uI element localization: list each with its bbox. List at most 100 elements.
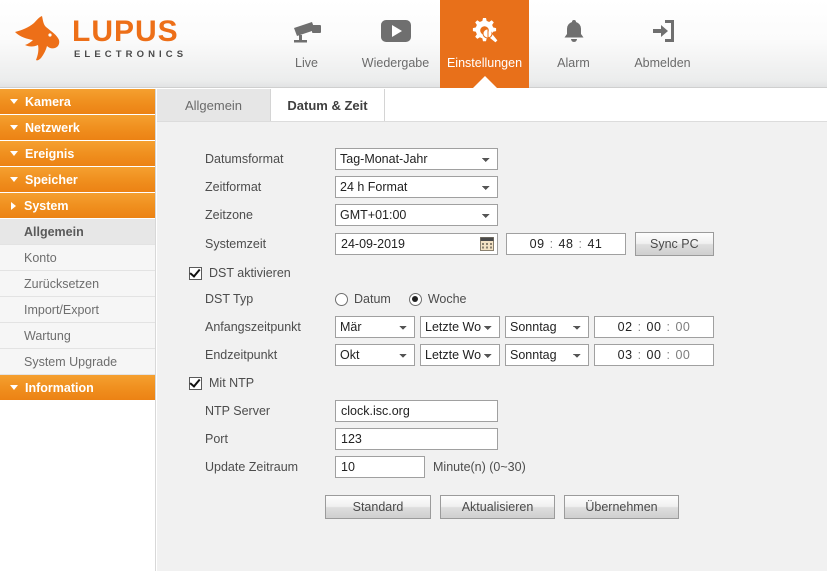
- dst-start-day-select[interactable]: Sonntag: [505, 316, 589, 338]
- sidebar-item-allgemein[interactable]: Allgemein: [0, 219, 155, 245]
- dst-end-time-field[interactable]: 03 : 00 : 00: [594, 344, 714, 366]
- ntp-interval-hint: Minute(n) (0~30): [433, 460, 526, 474]
- sidebar-item-konto[interactable]: Konto: [0, 245, 155, 271]
- standard-button[interactable]: Standard: [325, 495, 431, 519]
- sync-pc-button[interactable]: Sync PC: [635, 232, 714, 256]
- bell-icon: [561, 13, 587, 49]
- field-ntp-port: Port: [205, 428, 498, 450]
- timezone-select[interactable]: GMT+01:00: [335, 204, 498, 226]
- sidebar-item-label: Import/Export: [24, 302, 100, 317]
- nav-label: Wiedergabe: [361, 56, 430, 70]
- chevron-down-icon: [10, 177, 18, 182]
- sidebar-item-label: Ereignis: [25, 146, 75, 161]
- sidebar-item-zuruecksetzen[interactable]: Zurücksetzen: [0, 271, 155, 297]
- dst-enable-label: DST aktivieren: [209, 266, 291, 280]
- field-dst-start: Anfangszeitpunkt Mär Letzte Wo Sonntag 0…: [205, 316, 714, 338]
- field-ntp-interval: Update Zeitraum Minute(n) (0~30): [205, 456, 526, 478]
- chevron-down-icon: [10, 385, 18, 390]
- system-time-minute: 48: [558, 237, 574, 251]
- sidebar-item-netzwerk[interactable]: Netzwerk: [0, 115, 155, 141]
- dst-start-time-field[interactable]: 02 : 00 : 00: [594, 316, 714, 338]
- sidebar-item-system-upgrade[interactable]: System Upgrade: [0, 349, 155, 375]
- field-date-format: Datumsformat Tag-Monat-Jahr: [205, 148, 498, 170]
- dst-start-second: 00: [675, 320, 691, 334]
- field-dst-end: Endzeitpunkt Okt Letzte Wo Sonntag 03 : …: [205, 344, 714, 366]
- system-time-hour: 09: [529, 237, 545, 251]
- field-dst-type: DST Typ Datum Woche: [205, 288, 485, 310]
- sidebar-item-wartung[interactable]: Wartung: [0, 323, 155, 349]
- dst-type-label-datum: Datum: [354, 292, 391, 306]
- nav-item-abmelden[interactable]: Abmelden: [618, 0, 707, 88]
- dst-end-minute: 00: [646, 348, 662, 362]
- main-navigation: Live Wiedergabe Einstellungen Alarm Abme…: [262, 0, 707, 89]
- sidebar: Kamera Netzwerk Ereignis Speicher System…: [0, 89, 156, 571]
- date-format-select[interactable]: Tag-Monat-Jahr: [335, 148, 498, 170]
- time-separator: :: [666, 320, 671, 334]
- chevron-right-icon: [11, 201, 16, 210]
- nav-item-wiedergabe[interactable]: Wiedergabe: [351, 0, 440, 88]
- field-dst-enable: DST aktivieren: [189, 262, 291, 284]
- dst-end-day-select[interactable]: Sonntag: [505, 344, 589, 366]
- dst-type-radio-woche[interactable]: [408, 292, 422, 306]
- system-time-field[interactable]: 09 : 48 : 41: [506, 233, 626, 255]
- field-system-time: Systemzeit 09: [205, 232, 714, 256]
- dst-start-month-select[interactable]: Mär: [335, 316, 415, 338]
- sidebar-item-label: Kamera: [25, 94, 71, 109]
- field-label: Anfangszeitpunkt: [205, 320, 301, 334]
- field-ntp-enable: Mit NTP: [189, 372, 254, 394]
- play-icon: [379, 13, 413, 49]
- camera-icon: [290, 13, 324, 49]
- brand-logo[interactable]: LUPUS ELECTRONICS: [12, 14, 187, 62]
- tab-bar: Allgemein Datum & Zeit: [157, 89, 827, 121]
- nav-item-alarm[interactable]: Alarm: [529, 0, 618, 88]
- sidebar-item-label: Information: [25, 380, 94, 395]
- nav-item-einstellungen[interactable]: Einstellungen: [440, 0, 529, 89]
- sidebar-item-label: System Upgrade: [24, 354, 118, 369]
- field-label: Datumsformat: [205, 152, 284, 166]
- chevron-down-icon: [10, 99, 18, 104]
- field-timezone: Zeitzone GMT+01:00: [205, 204, 498, 226]
- ntp-port-input[interactable]: [335, 428, 498, 450]
- system-date-input[interactable]: [335, 233, 498, 255]
- dst-enable-checkbox[interactable]: [189, 266, 202, 280]
- sidebar-item-ereignis[interactable]: Ereignis: [0, 141, 155, 167]
- application-window: LUPUS ELECTRONICS Live Wiedergabe Einste…: [0, 0, 827, 571]
- active-tab-notch: [471, 76, 498, 89]
- sidebar-item-import-export[interactable]: Import/Export: [0, 297, 155, 323]
- sidebar-item-information[interactable]: Information: [0, 375, 155, 401]
- field-label: Zeitformat: [205, 180, 262, 194]
- time-separator: :: [666, 348, 671, 362]
- field-label: Systemzeit: [205, 237, 267, 251]
- tab-allgemein[interactable]: Allgemein: [157, 89, 271, 121]
- nav-label: Live: [295, 56, 318, 70]
- brand-tagline: ELECTRONICS: [74, 49, 188, 60]
- calendar-icon[interactable]: [480, 237, 494, 251]
- sidebar-item-system[interactable]: System: [0, 193, 155, 219]
- tab-label: Datum & Zeit: [287, 97, 368, 113]
- tab-datum-zeit[interactable]: Datum & Zeit: [271, 89, 385, 121]
- field-label: Update Zeitraum: [205, 460, 299, 474]
- form-actions: Standard Aktualisieren Übernehmen: [325, 494, 679, 520]
- ntp-enable-label: Mit NTP: [209, 376, 255, 390]
- sidebar-item-label: Speicher: [25, 172, 78, 187]
- refresh-button[interactable]: Aktualisieren: [440, 495, 555, 519]
- dst-end-week-select[interactable]: Letzte Wo: [420, 344, 500, 366]
- sidebar-item-label: Zurücksetzen: [24, 276, 100, 291]
- sidebar-item-speicher[interactable]: Speicher: [0, 167, 155, 193]
- nav-item-live[interactable]: Live: [262, 0, 351, 88]
- dst-type-radio-datum[interactable]: [335, 292, 348, 306]
- chevron-down-icon: [10, 125, 18, 130]
- ntp-enable-checkbox[interactable]: [189, 376, 202, 390]
- field-label: NTP Server: [205, 404, 271, 418]
- apply-button[interactable]: Übernehmen: [564, 495, 679, 519]
- field-label: DST Typ: [205, 292, 254, 306]
- time-format-select[interactable]: 24 h Format: [335, 176, 498, 198]
- ntp-server-input[interactable]: [335, 400, 498, 422]
- app-header: LUPUS ELECTRONICS Live Wiedergabe Einste…: [0, 0, 827, 89]
- wolf-head-icon: [15, 16, 60, 61]
- dst-start-week-select[interactable]: Letzte Wo: [420, 316, 500, 338]
- dst-end-month-select[interactable]: Okt: [335, 344, 415, 366]
- ntp-interval-input[interactable]: [335, 456, 425, 478]
- brand-name: LUPUS: [72, 15, 179, 48]
- sidebar-item-kamera[interactable]: Kamera: [0, 89, 155, 115]
